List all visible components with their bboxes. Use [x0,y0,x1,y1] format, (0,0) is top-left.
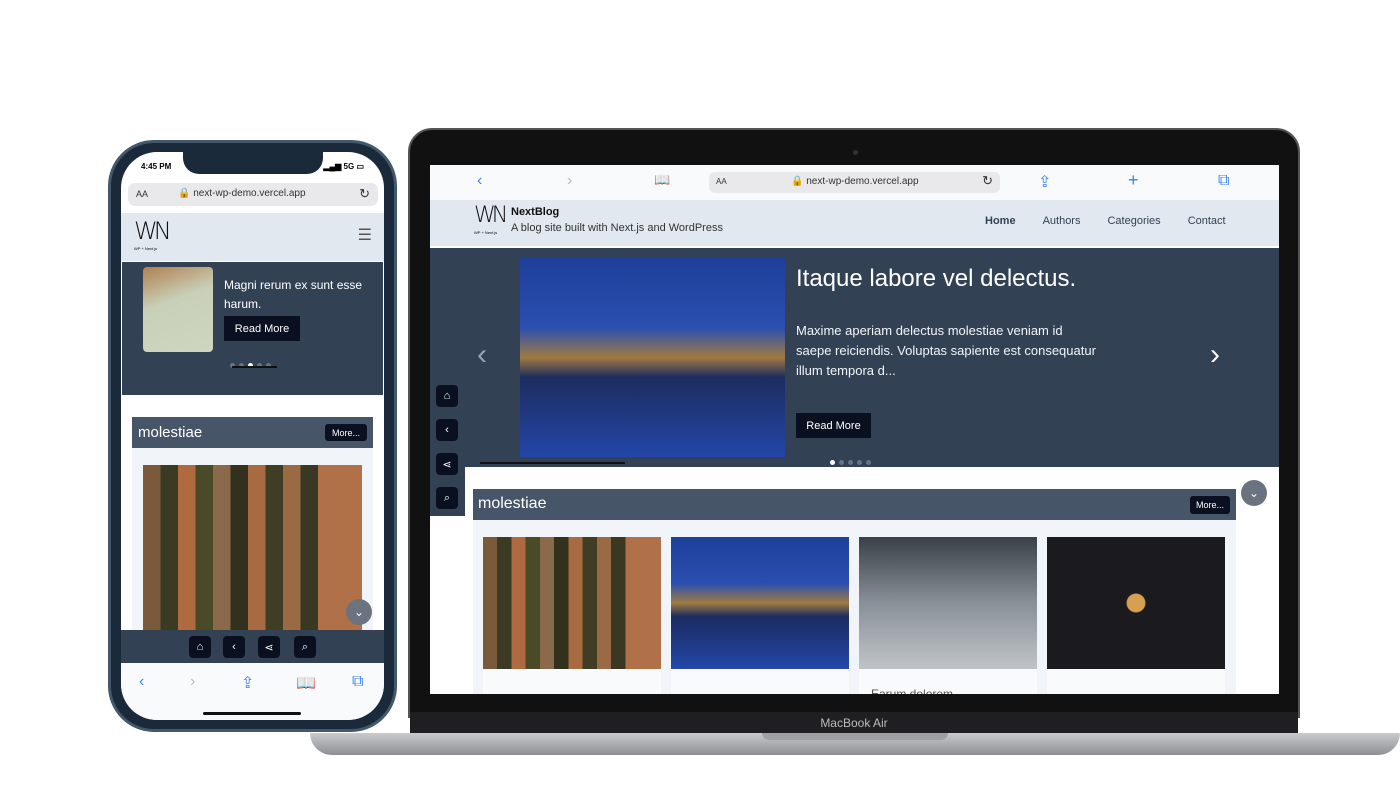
floating-nav: ⌂ ‹ ⋖ ⌕ [121,630,384,663]
camera [853,150,858,155]
site-header: WN WP + Next.js ☰ [121,213,384,261]
post-title[interactable] [671,669,849,694]
more-button[interactable]: More... [1190,496,1230,514]
category-title[interactable]: molestiae [478,495,546,513]
url-value: next-wp-demo.vercel.app [806,176,919,187]
site-logo[interactable]: WN [474,203,508,228]
status-network: ▂▄▆ 5G ▭ [323,162,364,171]
post-title[interactable] [1047,669,1225,694]
url-text: 🔒 next-wp-demo.vercel.app [791,176,919,187]
laptop-bezel: MacBook Air [410,712,1298,734]
post-title[interactable] [483,669,661,694]
network-label: 5G [343,162,355,171]
url-text: 🔒 next-wp-demo.vercel.app [178,188,306,199]
phone-screen: 4:45 PM ▂▄▆ 5G ▭ AA 🔒 next-wp-demo.verce… [121,152,384,720]
prev-slide-icon[interactable]: ‹ [477,338,487,372]
next-slide-icon[interactable]: › [1210,338,1220,372]
phone-notch [183,152,323,174]
post-image[interactable] [1047,537,1225,669]
post-card[interactable] [671,537,849,694]
category-title[interactable]: molestiae [138,424,202,441]
nav-home[interactable]: Home [985,215,1016,227]
tabs-icon[interactable]: ⧉ [1218,172,1229,190]
site-name[interactable]: NextBlog [511,206,559,218]
bookmarks-icon[interactable]: 📖 [296,673,316,693]
lock-icon: 🔒 [178,188,191,199]
search-icon[interactable]: ⌕ [436,487,458,509]
logo-subtitle: WP + Next.js [474,230,498,235]
post-card[interactable]: Earum dolorem [859,537,1037,694]
site-logo[interactable]: WN [134,217,172,245]
scroll-down-icon[interactable]: ⌄ [1241,480,1267,506]
post-image[interactable] [671,537,849,669]
home-icon[interactable]: ⌂ [436,385,458,407]
bookmarks-icon[interactable]: 📖 [654,172,670,188]
reload-icon[interactable]: ↻ [359,186,370,202]
slider-dots[interactable] [828,452,873,470]
share-icon[interactable]: ⇪ [241,673,254,693]
new-tab-icon[interactable]: + [1128,170,1139,191]
url-value: next-wp-demo.vercel.app [193,188,306,199]
post-title[interactable]: Earum dolorem [859,669,1037,694]
post-card[interactable] [483,537,661,694]
safari-toolbar: ‹ › ⇪ 📖 ⧉ [121,663,384,720]
share-icon[interactable]: ⋖ [436,453,458,475]
hamburger-menu-icon[interactable]: ☰ [358,225,372,245]
url-bar[interactable]: AA 🔒 next-wp-demo.vercel.app ↻ [709,172,1000,193]
floating-nav: ⌂ ‹ ⋖ ⌕ [430,380,465,516]
nav-authors[interactable]: Authors [1043,215,1081,227]
home-indicator [203,712,301,715]
category-header: molestiae More... [473,489,1236,520]
post-image[interactable] [143,465,362,630]
tabs-icon[interactable]: ⧉ [352,673,363,691]
laptop-screen: ‹ › 📖 AA 🔒 next-wp-demo.vercel.app ↻ ⇪ +… [430,165,1279,694]
read-more-button[interactable]: Read More [224,316,300,341]
back-icon[interactable]: ‹ [139,673,144,691]
scroll-down-icon[interactable]: ⌄ [346,599,372,625]
forward-icon[interactable]: › [190,673,195,691]
text-size-button[interactable]: AA [716,177,727,186]
post-card[interactable] [1047,537,1225,694]
share-icon[interactable]: ⇪ [1038,172,1051,192]
lock-icon: 🔒 [791,176,804,187]
search-icon[interactable]: ⌕ [294,636,316,658]
category-body: Earum dolorem [473,520,1236,694]
post-image[interactable] [483,537,661,669]
site-header: WN WP + Next.js NextBlog A blog site bui… [430,200,1279,246]
post-image[interactable] [859,537,1037,669]
status-time: 4:45 PM [141,162,172,171]
hero-title[interactable]: Itaque labore vel delectus. [796,265,1076,293]
text-size-button[interactable]: AA [136,189,148,199]
nav-categories[interactable]: Categories [1107,215,1160,227]
hero-image[interactable] [143,267,213,352]
category-header: molestiae More... [132,417,373,448]
hero-title[interactable]: Magni rerum ex sunt esse harum. [224,276,364,314]
back-icon[interactable]: ‹ [477,172,482,190]
back-icon[interactable]: ‹ [223,636,245,658]
hero-image[interactable] [520,258,785,457]
url-bar[interactable]: AA 🔒 next-wp-demo.vercel.app ↻ [128,183,378,206]
safari-toolbar: ‹ › 📖 AA 🔒 next-wp-demo.vercel.app ↻ ⇪ +… [430,165,1279,200]
category-body [132,448,373,630]
back-icon[interactable]: ‹ [436,419,458,441]
site-tagline: A blog site built with Next.js and WordP… [511,222,723,234]
nav-contact[interactable]: Contact [1188,215,1226,227]
hero-slider: Magni rerum ex sunt esse harum. Read Mor… [122,262,383,395]
logo-subtitle: WP + Next.js [134,246,158,251]
share-icon[interactable]: ⋖ [258,636,280,658]
more-button[interactable]: More... [325,424,367,441]
slider-progress [480,462,625,464]
home-icon[interactable]: ⌂ [189,636,211,658]
main-nav: Home Authors Categories Contact [985,215,1226,227]
laptop-notch [762,733,948,740]
slider-progress [232,366,277,368]
read-more-button[interactable]: Read More [796,413,871,438]
hero-slider: Itaque labore vel delectus. Maxime aperi… [430,248,1279,467]
hero-excerpt: Maxime aperiam delectus molestiae veniam… [796,323,1096,378]
reload-icon[interactable]: ↻ [982,173,993,189]
slider-dots[interactable] [228,355,273,373]
device-label: MacBook Air [820,716,888,730]
forward-icon[interactable]: › [567,172,572,190]
